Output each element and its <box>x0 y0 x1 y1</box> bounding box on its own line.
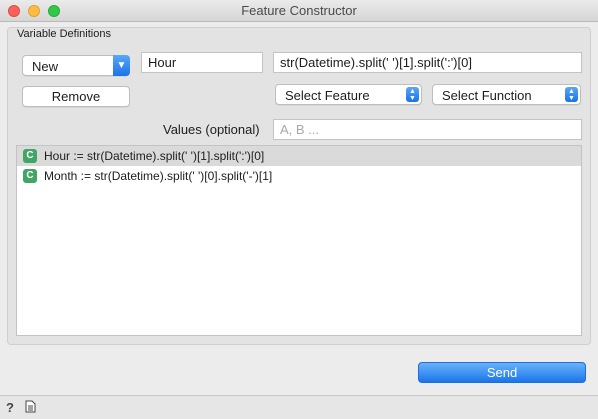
chevron-down-icon: ▼ <box>113 55 130 76</box>
list-item[interactable]: C Hour := str(Datetime).split(' ')[1].sp… <box>17 146 581 166</box>
expression-field[interactable]: str(Datetime).split(' ')[1].split(':')[0… <box>273 52 582 73</box>
select-feature-dropdown[interactable]: Select Feature ▲ ▼ <box>275 84 422 105</box>
remove-button[interactable]: Remove <box>22 86 130 107</box>
updown-arrows-icon: ▲ ▼ <box>565 87 578 102</box>
help-icon[interactable]: ? <box>6 400 14 415</box>
window-title: Feature Constructor <box>241 3 357 18</box>
variable-name-field[interactable]: Hour <box>141 52 263 73</box>
report-icon[interactable] <box>25 400 36 416</box>
definition-text: Month := str(Datetime).split(' ')[0].spl… <box>44 169 273 183</box>
continuous-type-icon: C <box>23 169 37 183</box>
select-function-dropdown[interactable]: Select Function ▲ ▼ <box>432 84 581 105</box>
continuous-type-icon: C <box>23 149 37 163</box>
select-feature-label: Select Feature <box>285 88 370 103</box>
group-label: Variable Definitions <box>17 28 111 40</box>
title-bar: Feature Constructor <box>0 0 598 22</box>
new-variable-combo[interactable]: New ▼ <box>22 55 130 76</box>
definitions-list[interactable]: C Hour := str(Datetime).split(' ')[1].sp… <box>16 145 582 336</box>
new-variable-label: New <box>32 59 59 74</box>
values-label: Values (optional) <box>163 122 260 137</box>
select-function-label: Select Function <box>442 88 532 103</box>
list-item[interactable]: C Month := str(Datetime).split(' ')[0].s… <box>17 166 581 186</box>
definition-text: Hour := str(Datetime).split(' ')[1].spli… <box>44 149 265 163</box>
status-bar: ? <box>0 395 598 419</box>
send-button[interactable]: Send <box>418 362 586 383</box>
values-field[interactable]: A, B ... <box>273 119 582 140</box>
updown-arrows-icon: ▲ ▼ <box>406 87 419 102</box>
